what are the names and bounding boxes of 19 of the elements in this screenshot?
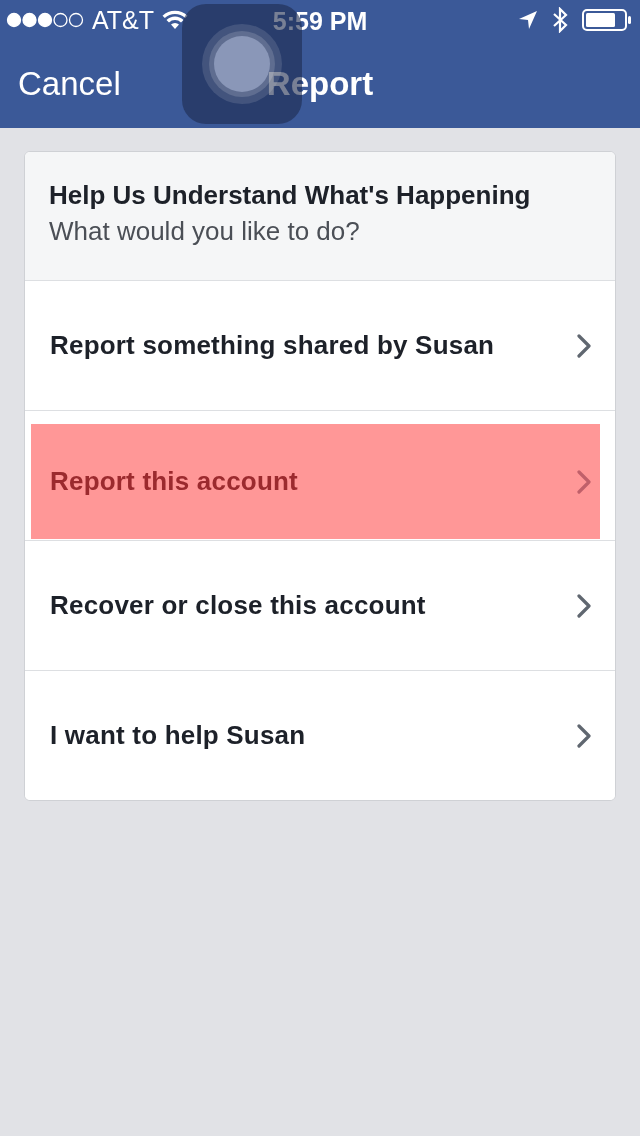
- battery-icon: [582, 9, 632, 31]
- chevron-right-icon: [577, 723, 591, 748]
- wifi-icon: [162, 10, 189, 30]
- bluetooth-icon: [552, 7, 568, 33]
- chevron-right-icon: [577, 593, 591, 618]
- menu-option[interactable]: I want to help Susan: [25, 671, 615, 800]
- status-time: 5:59 PM: [272, 7, 368, 35]
- card-subheading: What would you like to do?: [49, 216, 361, 247]
- menu-option[interactable]: Report this account: [31, 424, 600, 539]
- signal-icon: [6, 12, 84, 28]
- chevron-right-icon: [577, 469, 591, 494]
- carrier-name: AT&T: [92, 5, 155, 35]
- cancel-button[interactable]: Cancel: [18, 65, 121, 103]
- screen-title: Report: [266, 65, 374, 103]
- location-arrow-icon: [518, 10, 538, 30]
- card-heading: Help Us Understand What's Happening: [49, 180, 532, 211]
- chevron-right-icon: [577, 333, 591, 358]
- menu-option[interactable]: Recover or close this account: [25, 541, 615, 670]
- menu-option[interactable]: Report something shared by Susan: [25, 281, 615, 410]
